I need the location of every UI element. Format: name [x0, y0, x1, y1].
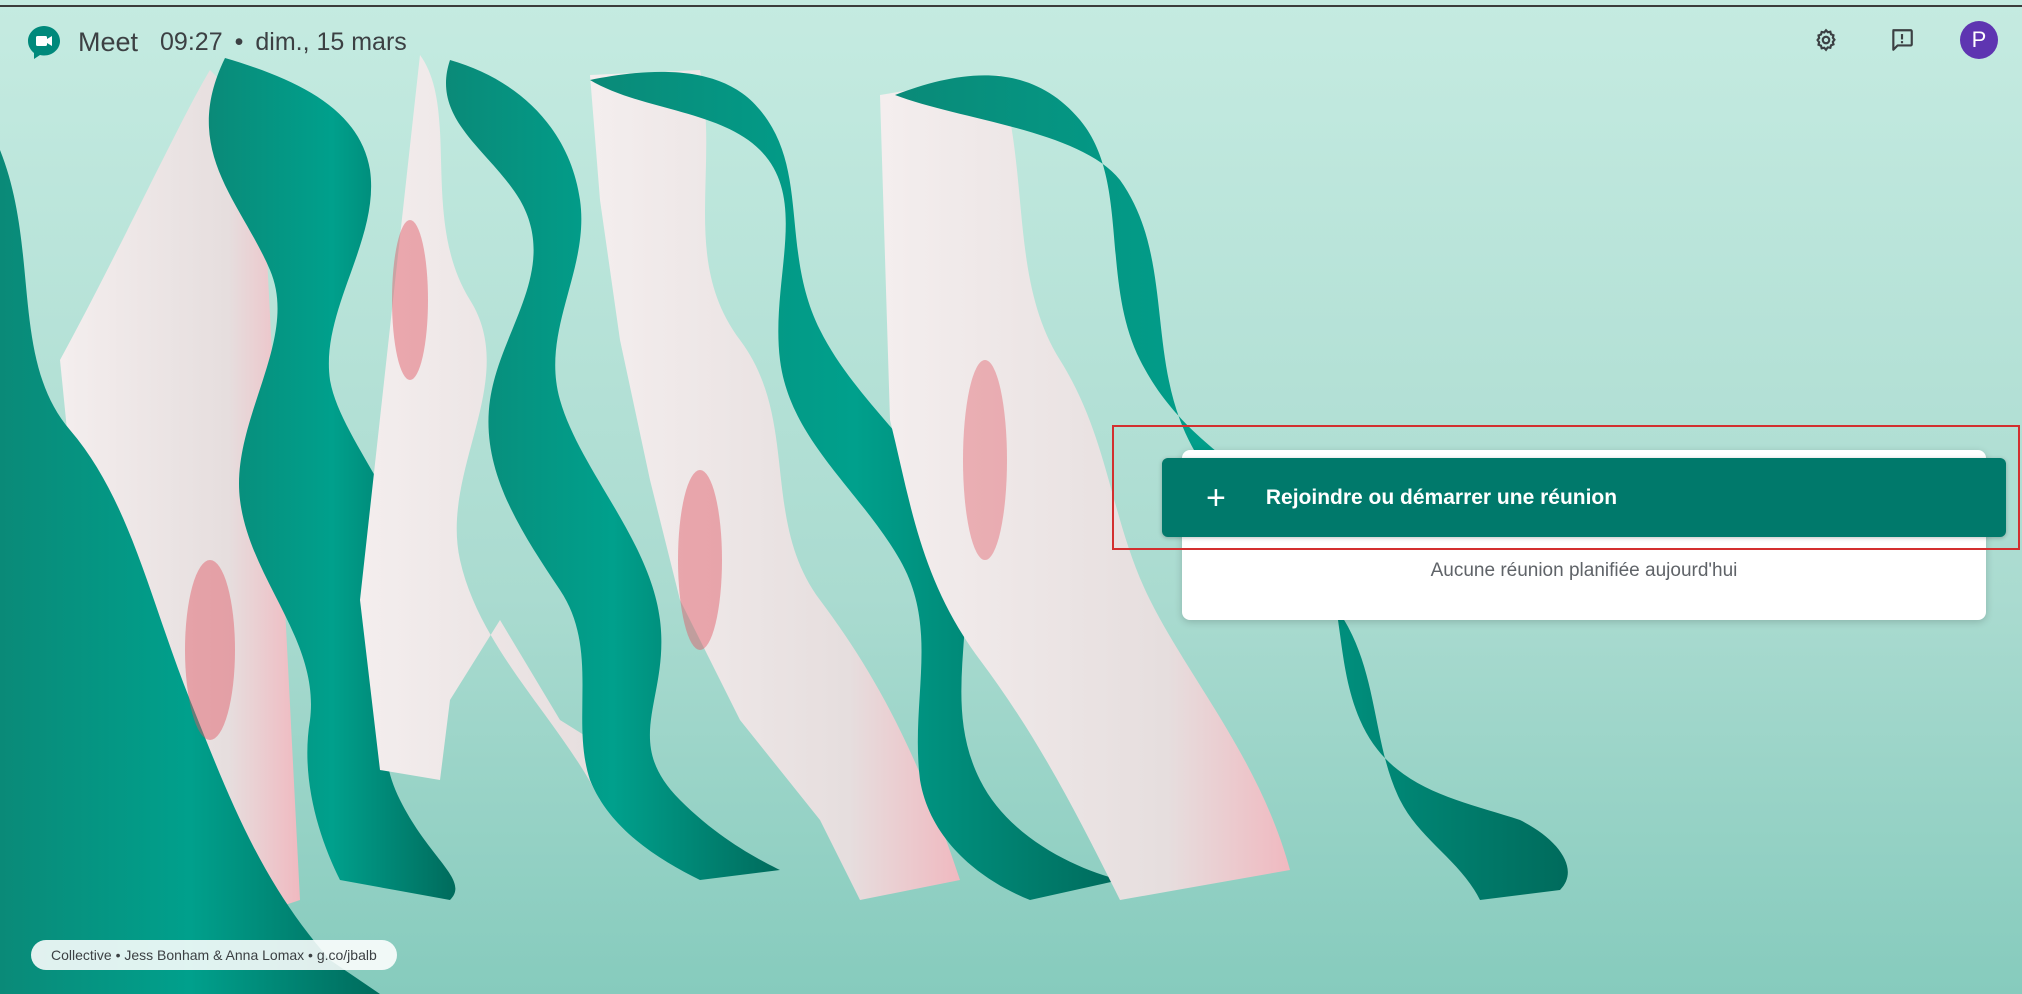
settings-button[interactable]	[1806, 20, 1846, 60]
current-date: dim., 15 mars	[255, 27, 407, 56]
join-meeting-label: Rejoindre ou démarrer une réunion	[1265, 485, 1618, 509]
feedback-button[interactable]	[1882, 20, 1922, 60]
gear-icon	[1816, 28, 1836, 52]
no-meetings-message: Aucune réunion planifiée aujourd'hui	[1430, 560, 1738, 581]
feedback-icon	[1892, 29, 1913, 51]
account-avatar[interactable]: P	[1960, 21, 1998, 59]
background-credit-link[interactable]: Collective • Jess Bonham & Anna Lomax • …	[31, 940, 397, 970]
join-or-start-meeting-button[interactable]: + Rejoindre ou démarrer une réunion	[1162, 458, 2006, 537]
current-time: 09:27	[160, 27, 223, 56]
app-name: Meet	[78, 26, 139, 57]
window-top-border	[0, 5, 2022, 7]
meet-logo-icon	[28, 26, 60, 59]
plus-icon: +	[1206, 478, 1226, 517]
header-separator: •	[234, 27, 244, 56]
header-brand: Meet 09:27 • dim., 15 mars	[26, 18, 407, 66]
